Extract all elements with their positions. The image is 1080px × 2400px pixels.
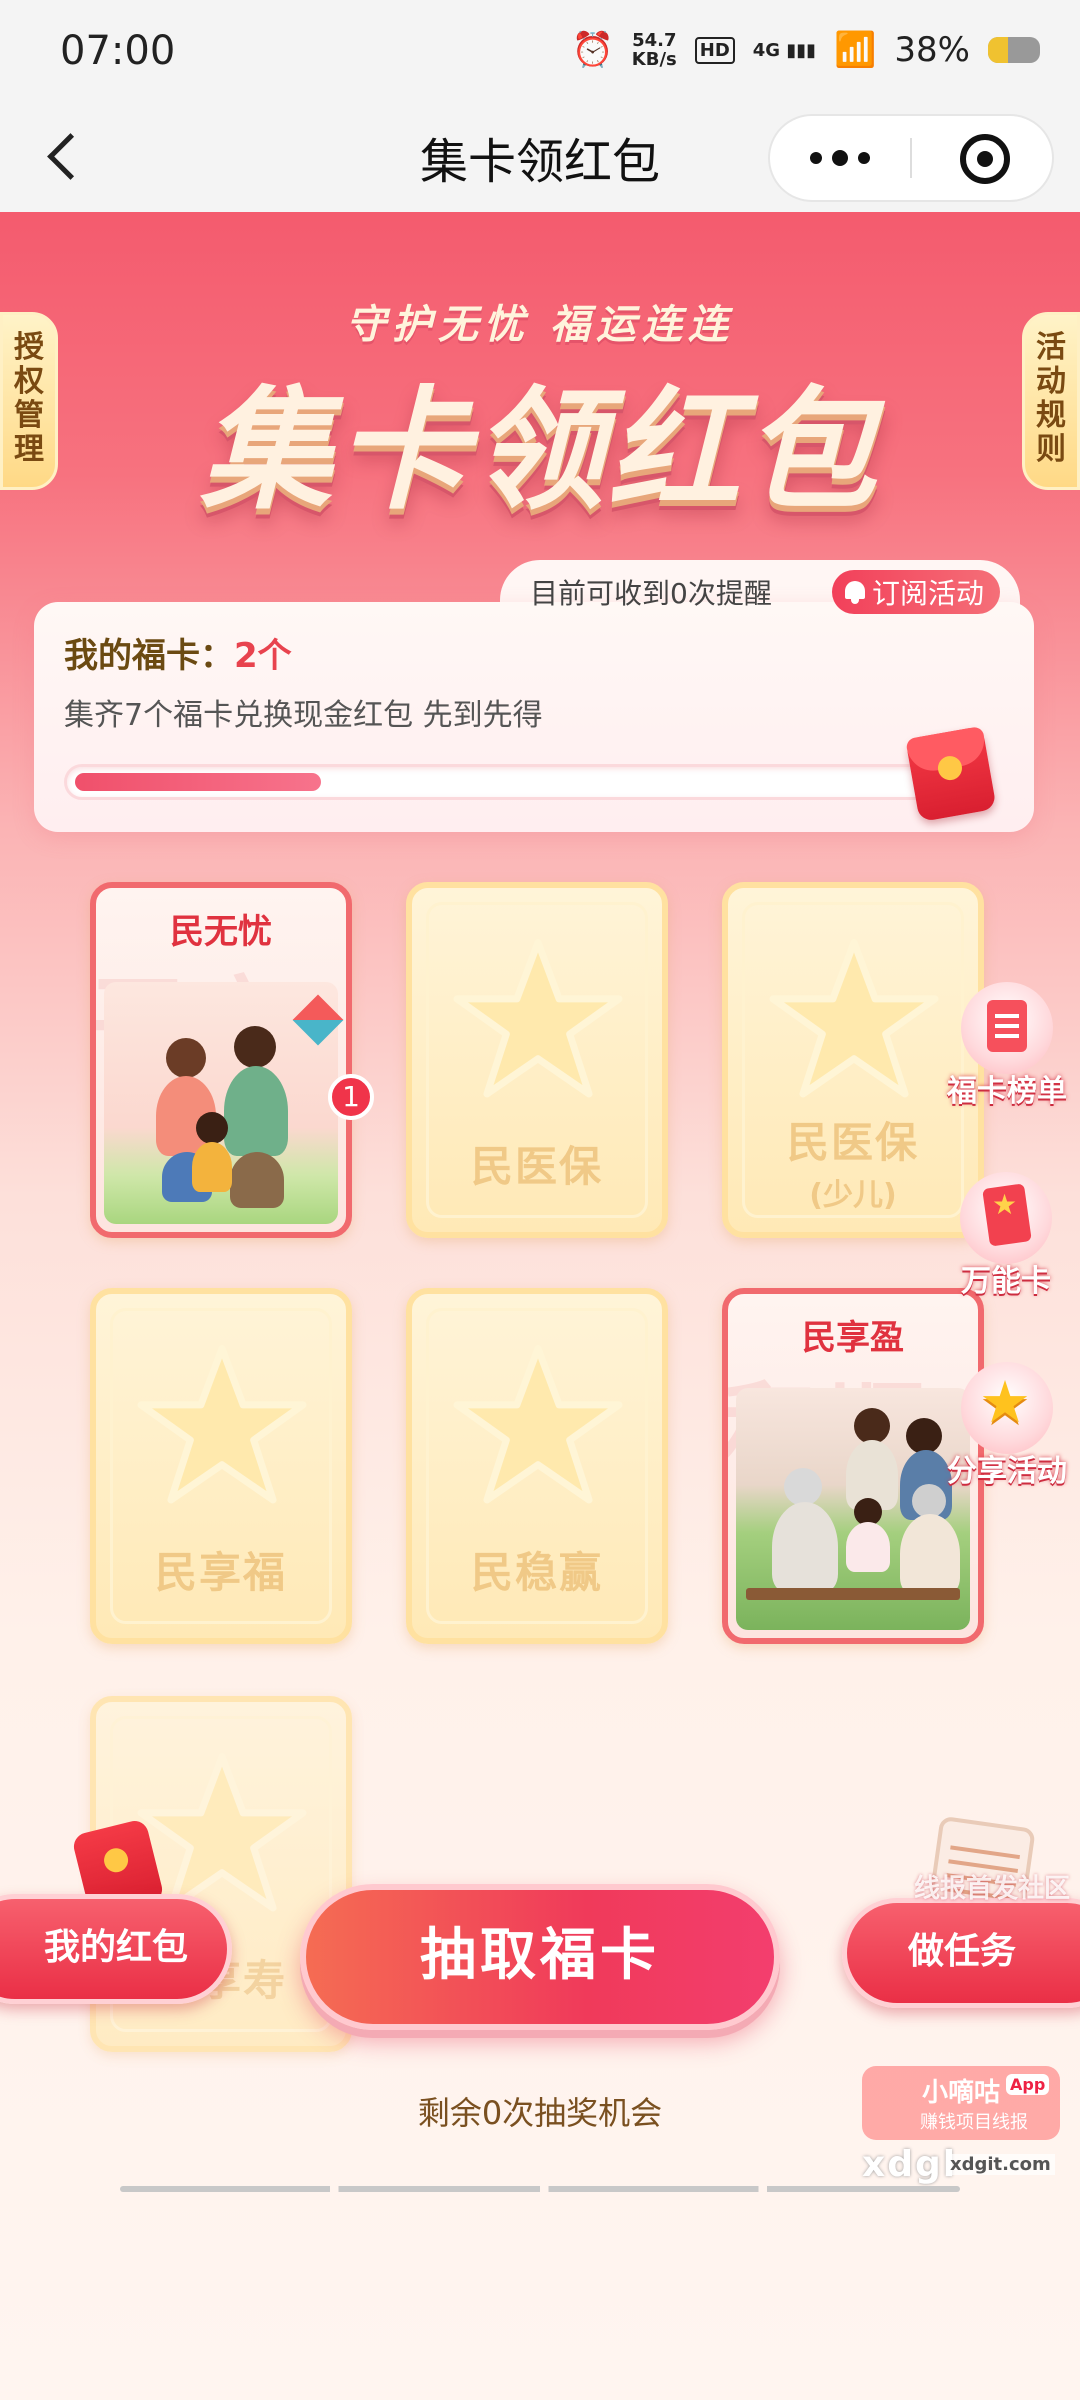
more-icon[interactable] — [770, 116, 910, 200]
star-placeholder-icon — [137, 1345, 307, 1504]
my-cards-count: 2个 — [234, 636, 292, 676]
capsule-divider — [910, 138, 912, 178]
wifi-icon: 📶 — [834, 30, 877, 70]
progress-panel: 我的福卡：2个 集齐7个福卡兑换现金红包 先到先得 — [34, 602, 1034, 832]
signal-icon: 4G ▮▮▮ — [752, 39, 817, 61]
watermark-brand-sub: 赚钱项目线报 — [920, 2112, 1028, 2133]
watermark-brand: 小嘀咕 — [922, 2078, 1001, 2108]
ranking-list-icon — [961, 982, 1053, 1074]
hero-title: 集卡领红包 — [200, 374, 880, 528]
my-redpack-button[interactable]: 我的红包 — [0, 1894, 232, 2004]
nav-bar: 集卡领红包 — [0, 100, 1080, 212]
star-placeholder-icon — [453, 939, 623, 1098]
close-target-icon[interactable] — [960, 134, 1010, 184]
fuka-card-minwuyou[interactable]: 平安 民无忧 — [90, 882, 352, 1238]
wildcard-icon — [960, 1172, 1052, 1264]
card-name: 民享福 — [154, 1548, 287, 1597]
fuka-card-minxiangfu[interactable]: 民享福 — [90, 1288, 352, 1644]
fuka-card-minwenying[interactable]: 民稳赢 — [406, 1288, 668, 1644]
card-name: 民医保 — [470, 1142, 603, 1191]
watermark-text: 线报首发社区 — [913, 1874, 1070, 1904]
status-time: 07:00 — [60, 28, 176, 74]
watermark-domain: xdgl — [862, 2144, 958, 2185]
battery-icon — [988, 37, 1040, 63]
card-name: 民无忧 — [170, 912, 272, 952]
fuka-card-minyibao[interactable]: 民医保 — [406, 882, 668, 1238]
watermark-app-badge: App — [1006, 2074, 1050, 2095]
net-speed: 54.7 KB/s — [631, 30, 677, 70]
my-cards-label: 我的福卡：2个 — [64, 636, 292, 676]
card-subname: (少儿) — [809, 1178, 897, 1213]
progress-bar — [64, 764, 944, 800]
subscribe-button[interactable]: 订阅活动 — [832, 570, 1001, 614]
home-indicator — [120, 2186, 960, 2192]
miniprogram-capsule — [768, 114, 1054, 202]
card-name: 民享盈 — [802, 1318, 904, 1358]
family-illustration — [104, 982, 344, 1224]
status-icons: ⏰ 54.7 KB/s HD 4G ▮▮▮ 📶 38% — [571, 30, 1040, 70]
card-count-badge: 1 — [328, 1074, 374, 1120]
hd-badge: HD — [694, 36, 735, 64]
do-task-button[interactable]: 做任务 — [842, 1898, 1080, 2008]
bell-icon — [842, 579, 868, 605]
reminder-text: 目前可收到0次提醒 — [530, 577, 772, 610]
star-placeholder-icon — [769, 939, 939, 1098]
progress-fill — [75, 773, 321, 791]
watermark-domain-small: xdgit.com — [946, 2154, 1055, 2175]
card-name: 民稳赢 — [470, 1548, 603, 1597]
status-bar: 07:00 ⏰ 54.7 KB/s HD 4G ▮▮▮ 📶 38% — [0, 0, 1080, 100]
collect-description: 集齐7个福卡兑换现金红包 先到先得 — [64, 698, 543, 733]
star-share-icon — [961, 1362, 1053, 1454]
red-envelope-icon — [905, 725, 997, 823]
alarm-icon: ⏰ — [571, 30, 614, 70]
draw-card-button[interactable]: 抽取福卡 — [300, 1884, 780, 2030]
battery-percent: 38% — [894, 30, 970, 70]
star-placeholder-icon — [453, 1345, 623, 1504]
hero-subtitle: 守护无忧 福运连连 — [346, 302, 734, 348]
ranking-button[interactable]: 福卡榜单 — [932, 982, 1080, 1110]
wildcard-button[interactable]: 万能卡 — [946, 1172, 1066, 1300]
share-activity-button[interactable]: 分享活动 — [932, 1362, 1080, 1490]
card-name: 民医保 — [786, 1118, 919, 1167]
